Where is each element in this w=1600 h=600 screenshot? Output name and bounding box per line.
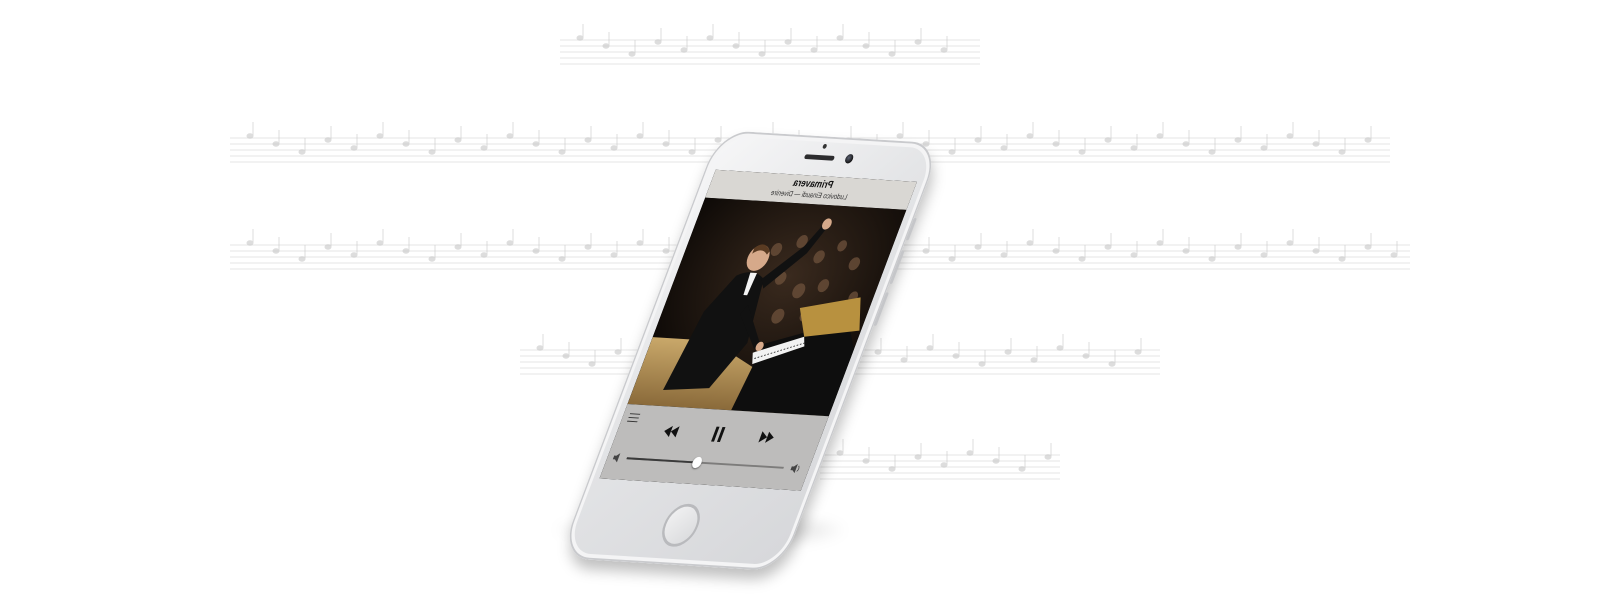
music-note [680,47,688,53]
music-note [836,35,844,41]
fast-forward-button[interactable] [756,429,778,445]
music-note [1052,248,1060,254]
music-note [1338,149,1346,155]
music-note [1260,252,1268,258]
front-camera [843,153,855,164]
volume-low-icon [612,453,621,463]
music-note [758,51,766,57]
music-note [506,240,514,246]
volume-high-icon [790,463,800,474]
music-note [1156,133,1164,139]
music-note [1312,141,1320,147]
music-note [862,43,870,49]
mute-switch [905,217,917,241]
phone-screen: Primavera Ludovico Einaudi — Divenire [599,169,917,491]
music-note [402,248,410,254]
music-note [810,47,818,53]
music-note [1260,145,1268,151]
music-note [940,47,948,53]
music-note [246,133,254,139]
music-note [1078,149,1086,155]
music-note [1234,137,1242,143]
music-note [376,133,384,139]
music-note [732,43,740,49]
music-note [350,252,358,258]
music-note [1364,137,1372,143]
music-note [1156,240,1164,246]
music-note [1052,141,1060,147]
music-note [272,141,280,147]
music-note [602,43,610,49]
music-note [628,51,636,57]
fast-forward-icon [758,431,774,443]
proximity-sensor [822,143,828,149]
music-note [706,35,714,41]
music-note [298,256,306,262]
music-note [1234,244,1242,250]
music-note [1130,145,1138,151]
home-button[interactable] [655,502,707,548]
music-note [1286,133,1294,139]
music-note [428,149,436,155]
music-note [1018,466,1026,472]
rewind-icon [664,425,680,438]
music-note [1082,353,1090,359]
music-note [272,248,280,254]
list-icon[interactable] [626,412,641,424]
music-note [1056,345,1064,351]
volume-down-button [873,292,889,326]
music-note [1182,141,1190,147]
music-note [1108,361,1116,367]
music-note [1182,248,1190,254]
volume-slider-fill [626,457,698,464]
music-note [1390,252,1398,258]
music-note [480,145,488,151]
phone-mockup: Primavera Ludovico Einaudi — Divenire [530,130,1000,590]
pause-button[interactable] [707,425,729,445]
music-note [1044,454,1052,460]
rewind-button[interactable] [660,423,682,439]
pause-icon [711,426,726,443]
music-note [402,141,410,147]
music-note [324,244,332,250]
music-note [454,137,462,143]
music-note [1004,349,1012,355]
music-note [324,137,332,143]
player-controls [599,404,829,491]
music-note [888,51,896,57]
music-note [1286,240,1294,246]
music-note [1312,248,1320,254]
music-note [376,240,384,246]
music-note [1134,349,1142,355]
phone-body: Primavera Ludovico Einaudi — Divenire [559,130,942,572]
iphone: Primavera Ludovico Einaudi — Divenire [559,130,1068,579]
music-note [1078,256,1086,262]
music-note [298,149,306,155]
music-note [1208,149,1216,155]
music-note [428,256,436,262]
music-note [654,39,662,45]
music-note [1104,137,1112,143]
music-note [914,39,922,45]
music-note [480,252,488,258]
music-note [1104,244,1112,250]
music-note [454,244,462,250]
music-note [350,145,358,151]
earpiece-speaker [803,154,836,161]
music-note [1026,133,1034,139]
music-note [1208,256,1216,262]
music-note [576,35,584,41]
music-note [1030,357,1038,363]
music-note [1338,256,1346,262]
volume-up-button [889,250,905,285]
music-note [1130,252,1138,258]
music-note [784,39,792,45]
volume-slider-thumb[interactable] [690,456,704,469]
music-note [1364,244,1372,250]
album-artwork [627,197,907,417]
music-note [506,133,514,139]
music-note [246,240,254,246]
volume-slider[interactable] [626,456,784,469]
